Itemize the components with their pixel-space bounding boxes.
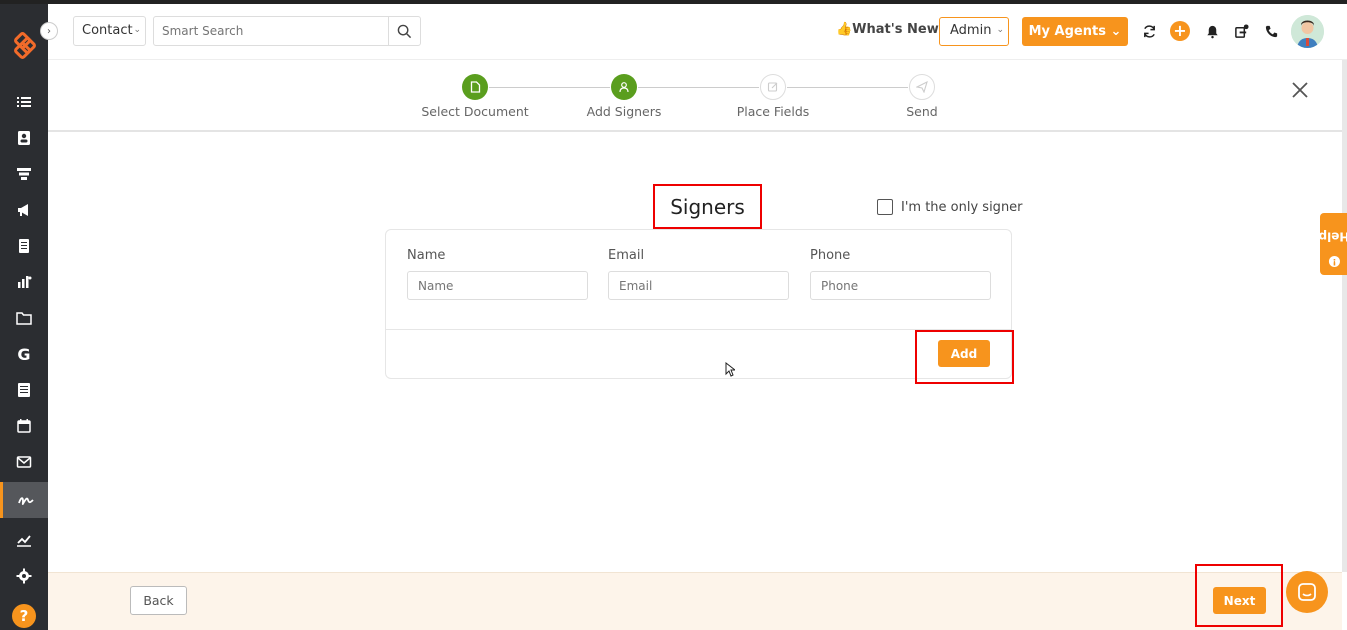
back-button[interactable]: Back xyxy=(130,586,187,615)
brand-logo-icon[interactable] xyxy=(10,32,40,62)
sidebar-trend-icon[interactable] xyxy=(0,522,48,558)
mouse-cursor-icon xyxy=(725,362,735,377)
help-tab[interactable]: ! Help xyxy=(1318,213,1347,275)
checkbox-box[interactable] xyxy=(877,199,893,215)
user-icon xyxy=(611,74,637,100)
step-label: Place Fields xyxy=(736,104,810,119)
refresh-icon[interactable] xyxy=(1140,22,1158,40)
step-label: Select Document xyxy=(421,104,529,119)
sidebar-megaphone-icon[interactable] xyxy=(0,192,48,228)
sidebar-gear-icon[interactable] xyxy=(0,558,48,594)
user-avatar[interactable] xyxy=(1291,15,1324,48)
progress-stepper: Select Document Add Signers Place Fields… xyxy=(48,60,1342,132)
sidebar-signature-icon[interactable] xyxy=(0,482,48,518)
chat-icon[interactable] xyxy=(1286,571,1328,613)
whats-new-link[interactable]: 👍What's New xyxy=(836,22,939,37)
sidebar-folder-icon[interactable] xyxy=(0,300,48,336)
add-plus-icon[interactable]: + xyxy=(1170,21,1190,41)
phone-input[interactable] xyxy=(810,271,991,300)
sidebar-table-icon[interactable] xyxy=(0,372,48,408)
chevron-down-icon: ⌄ xyxy=(133,25,141,35)
contact-dropdown[interactable]: Contact ⌄ xyxy=(73,16,146,46)
smart-search-input[interactable] xyxy=(153,16,389,46)
email-label: Email xyxy=(608,248,645,263)
footer-bar xyxy=(48,572,1342,630)
step-label: Add Signers xyxy=(586,104,662,119)
step-place-fields[interactable]: Place Fields xyxy=(713,74,833,119)
info-icon: ! xyxy=(1328,255,1340,267)
sidebar-list-icon[interactable] xyxy=(0,84,48,120)
sidebar: G ? xyxy=(0,4,48,630)
my-agents-button[interactable]: My Agents ⌄ xyxy=(1022,17,1128,46)
chevron-down-icon: ⌄ xyxy=(996,25,1004,35)
top-header: Contact ⌄ 👍What's New Admin ⌄ My Agents … xyxy=(48,4,1347,60)
step-label: Send xyxy=(906,104,938,119)
sidebar-google-icon[interactable]: G xyxy=(0,336,48,372)
sidebar-bar-chart-icon[interactable] xyxy=(0,264,48,300)
document-icon xyxy=(462,74,488,100)
search-button[interactable] xyxy=(388,16,421,46)
name-input[interactable] xyxy=(407,271,588,300)
only-signer-label: I'm the only signer xyxy=(901,199,1023,215)
close-icon[interactable] xyxy=(1290,80,1310,100)
sidebar-collapse-chevron-icon[interactable]: › xyxy=(40,22,58,40)
step-add-signers[interactable]: Add Signers xyxy=(564,74,684,119)
admin-dropdown-label: Admin xyxy=(950,23,992,38)
sidebar-contacts-icon[interactable] xyxy=(0,120,48,156)
name-label: Name xyxy=(407,248,446,263)
admin-dropdown[interactable]: Admin ⌄ xyxy=(939,17,1009,46)
contact-dropdown-label: Contact xyxy=(82,23,133,38)
email-input[interactable] xyxy=(608,271,789,300)
bell-icon[interactable] xyxy=(1203,22,1221,40)
sidebar-document-icon[interactable] xyxy=(0,228,48,264)
sidebar-calendar-icon[interactable] xyxy=(0,408,48,444)
sidebar-funnel-icon[interactable] xyxy=(0,156,48,192)
add-button-highlight xyxy=(915,330,1014,384)
help-tab-label: Help xyxy=(1318,229,1347,244)
step-select-document[interactable]: Select Document xyxy=(415,74,535,119)
next-button-highlight xyxy=(1195,564,1283,627)
send-plane-icon xyxy=(909,74,935,100)
phone-label: Phone xyxy=(810,248,851,263)
sidebar-mail-icon[interactable] xyxy=(0,444,48,480)
step-send[interactable]: Send xyxy=(862,74,982,119)
search-icon xyxy=(397,24,412,38)
help-question-icon[interactable]: ? xyxy=(12,604,36,628)
notification-device-icon[interactable] xyxy=(1232,22,1250,40)
scrollbar-track[interactable] xyxy=(1342,60,1347,572)
signers-heading: Signers xyxy=(653,184,762,229)
edit-icon xyxy=(760,74,786,100)
only-signer-checkbox[interactable]: I'm the only signer xyxy=(877,199,1023,215)
phone-icon[interactable] xyxy=(1262,22,1280,40)
